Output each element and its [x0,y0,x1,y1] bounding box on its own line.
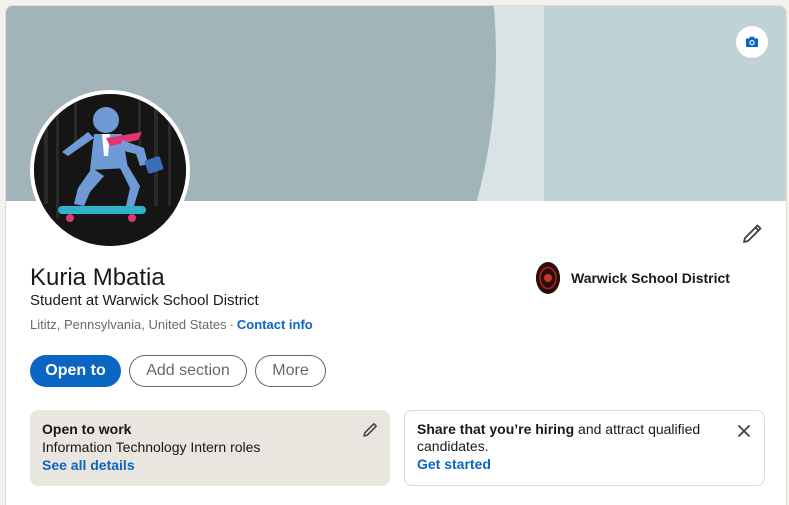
more-button[interactable]: More [255,355,326,387]
contact-info-link[interactable]: Contact info [237,317,313,332]
profile-photo[interactable] [30,90,190,250]
profile-card: Kuria Mbatia Student at Warwick School D… [5,5,787,505]
open-to-work-title: Open to work [42,421,132,437]
separator-dot: · [229,317,234,332]
profile-location: Lititz, Pennsylvania, United States [30,317,227,332]
hiring-promo-bold: Share that you’re hiring [417,421,575,437]
add-section-button[interactable]: Add section [129,355,247,387]
profile-name: Kuria Mbatia [30,264,165,291]
open-to-work-roles: Information Technology Intern roles [42,439,261,455]
avatar [34,94,186,246]
company-name: Warwick School District [571,270,730,286]
close-icon [738,425,750,437]
hiring-promo-card: Share that you’re hiring and attract qua… [404,410,765,486]
profile-headline: Student at Warwick School District [30,292,259,309]
hiring-promo-text: Share that you’re hiring and attract qua… [417,421,717,455]
district-seal-icon [536,263,560,293]
open-to-work-card[interactable]: Open to work Information Technology Inte… [30,410,390,486]
edit-intro-button[interactable] [740,222,764,246]
current-company[interactable]: Warwick School District [536,262,730,294]
open-to-button[interactable]: Open to [30,355,121,387]
edit-banner-button[interactable] [736,26,768,58]
dismiss-hiring-button[interactable] [736,423,752,439]
skateboarder-illustration [34,94,186,246]
company-logo [536,262,560,294]
pencil-icon [743,224,762,243]
get-started-link[interactable]: Get started [417,455,752,473]
edit-open-to-work-button[interactable] [362,422,378,438]
profile-location-line: Lititz, Pennsylvania, United States · Cont… [30,317,313,332]
see-all-details-link[interactable]: See all details [42,456,378,474]
pencil-icon [363,423,377,437]
camera-icon [746,36,758,47]
